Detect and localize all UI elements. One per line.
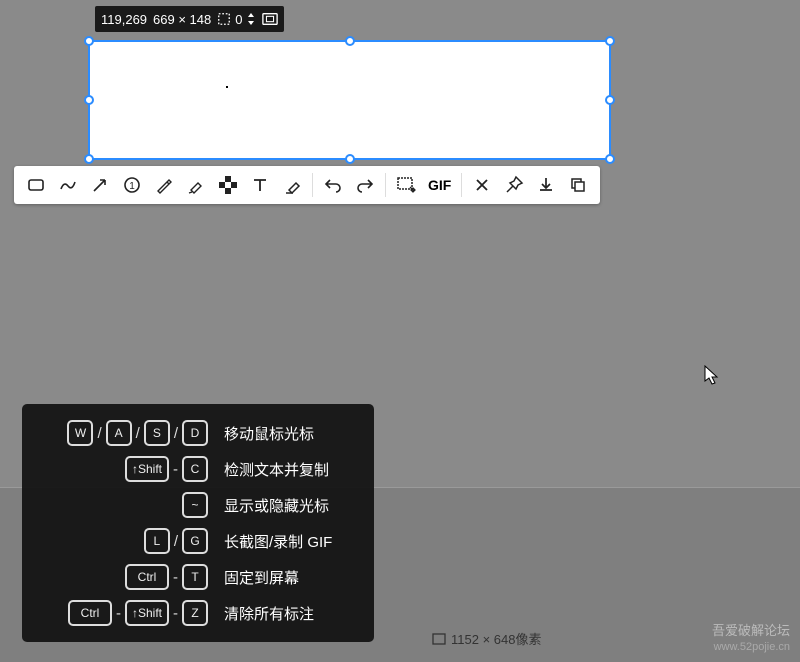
shortcut-row: Ctrl-T 固定到屏幕 (38, 564, 354, 590)
redo-button[interactable] (349, 169, 381, 201)
shortcut-description: 固定到屏幕 (224, 567, 354, 588)
shortcut-row: L/G 长截图/录制 GIF (38, 528, 354, 554)
mosaic-tool[interactable] (212, 169, 244, 201)
shortcut-row: ~ 显示或隐藏光标 (38, 492, 354, 518)
keycap: Z (182, 600, 208, 626)
undo-button[interactable] (317, 169, 349, 201)
shortcut-keys: Ctrl-T (38, 564, 208, 590)
keycap: ~ (182, 492, 208, 518)
canvas-icon (432, 633, 446, 645)
shortcut-row: Ctrl-↑Shift-Z清除所有标注 (38, 600, 354, 626)
annotation-toolbar: 1 GIF (14, 166, 600, 204)
toolbar-separator (461, 173, 462, 197)
resize-handle-sw[interactable] (84, 154, 94, 164)
canvas-dimension-status: 1152 × 648像素 (432, 629, 541, 648)
freehand-tool[interactable] (52, 169, 84, 201)
key-separator: / (173, 533, 179, 550)
resize-handle-ne[interactable] (605, 36, 615, 46)
shortcut-row: ↑Shift-C 检测文本并复制 (38, 456, 354, 482)
resize-handle-se[interactable] (605, 154, 615, 164)
key-separator: / (173, 425, 179, 442)
rectangle-tool[interactable] (20, 169, 52, 201)
pin-button[interactable] (498, 169, 530, 201)
shortcut-description: 清除所有标注 (224, 603, 354, 624)
resize-handle-n[interactable] (345, 36, 355, 46)
key-separator: / (96, 425, 102, 442)
shortcut-keys: ↑Shift-C (38, 456, 208, 482)
number-marker-tool[interactable]: 1 (116, 169, 148, 201)
resize-handle-e[interactable] (605, 95, 615, 105)
arrow-tool[interactable] (84, 169, 116, 201)
resize-handle-nw[interactable] (84, 36, 94, 46)
selection-info-bar: 119,269 669 × 148 0 (95, 6, 284, 32)
cursor-position: 119,269 (101, 12, 147, 27)
stepper-icon[interactable] (246, 12, 256, 26)
selection-dimensions: 669 × 148 (153, 12, 211, 27)
close-button[interactable] (466, 169, 498, 201)
save-button[interactable] (530, 169, 562, 201)
key-separator: - (172, 569, 179, 586)
dashed-rect-icon (217, 12, 231, 26)
shortcut-keys: Ctrl-↑Shift-Z (38, 600, 208, 626)
tiny-mark (226, 86, 228, 88)
watermark: 吾爱破解论坛 www.52pojie.cn (712, 623, 790, 654)
keycap: G (182, 528, 208, 554)
key-separator: - (172, 605, 179, 622)
gif-record-button[interactable]: GIF (422, 177, 457, 193)
keycap: W (67, 420, 93, 446)
copy-button[interactable] (562, 169, 594, 201)
shortcut-description: 检测文本并复制 (224, 459, 354, 480)
toolbar-separator (312, 173, 313, 197)
keycap: ↑Shift (125, 456, 169, 482)
keycap: Ctrl (125, 564, 169, 590)
mouse-cursor-icon (704, 365, 720, 387)
shortcut-row: W/A/S/D移动鼠标光标 (38, 420, 354, 446)
text-tool[interactable] (244, 169, 276, 201)
shortcut-description: 显示或隐藏光标 (224, 495, 354, 516)
keycap: A (106, 420, 132, 446)
toolbar-separator (385, 173, 386, 197)
shortcut-description: 长截图/录制 GIF (224, 531, 354, 552)
key-separator: - (172, 461, 179, 478)
key-separator: / (135, 425, 141, 442)
keycap: ↑Shift (125, 600, 169, 626)
resize-handle-s[interactable] (345, 154, 355, 164)
keycap: T (182, 564, 208, 590)
pencil-tool[interactable] (148, 169, 180, 201)
keycap: Ctrl (68, 600, 112, 626)
key-separator: - (115, 605, 122, 622)
shortcut-keys: L/G (38, 528, 208, 554)
highlighter-tool[interactable] (180, 169, 212, 201)
keycap: C (182, 456, 208, 482)
shortcut-description: 移动鼠标光标 (224, 423, 354, 444)
resize-handle-w[interactable] (84, 95, 94, 105)
shortcut-hints-panel: W/A/S/D移动鼠标光标↑Shift-C检测文本并复制~显示或隐藏光标L/G长… (22, 404, 374, 642)
eraser-tool[interactable] (276, 169, 308, 201)
shortcut-keys: ~ (38, 492, 208, 518)
ocr-tool[interactable] (390, 169, 422, 201)
keycap: S (144, 420, 170, 446)
selection-counter: 0 (217, 12, 256, 27)
capture-selection[interactable] (88, 40, 611, 160)
fullscreen-toggle[interactable] (262, 12, 278, 26)
keycap: L (144, 528, 170, 554)
svg-text:1: 1 (129, 181, 135, 192)
keycap: D (182, 420, 208, 446)
shortcut-keys: W/A/S/D (38, 420, 208, 446)
